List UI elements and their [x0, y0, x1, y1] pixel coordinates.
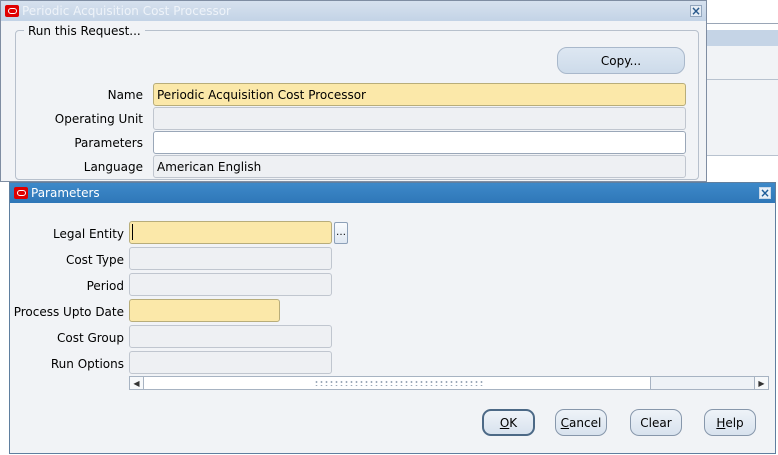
ok-button-label: K: [509, 415, 518, 430]
copy-button[interactable]: Copy...: [557, 47, 685, 74]
cancel-button-label: ancel: [569, 415, 602, 430]
period-label: Period: [86, 279, 124, 293]
copy-button-label: Copy...: [600, 53, 642, 68]
period-field[interactable]: [129, 273, 332, 296]
name-field[interactable]: Periodic Acquisition Cost Processor: [153, 83, 686, 106]
chevron-left-icon[interactable]: ◀: [130, 377, 144, 389]
cost-group-label: Cost Group: [56, 331, 124, 345]
close-icon[interactable]: ×: [690, 5, 702, 17]
operating-unit-field[interactable]: [153, 107, 686, 130]
language-field[interactable]: American English: [153, 155, 686, 178]
background-window-header: [706, 30, 778, 46]
oracle-logo-icon: [14, 187, 28, 199]
run-options-label: Run Options: [50, 357, 124, 371]
request-window-titlebar[interactable]: Periodic Acquisition Cost Processor ×: [1, 1, 706, 21]
process-upto-date-label: Process Upto Date: [13, 305, 124, 319]
legal-entity-label: Legal Entity: [52, 227, 124, 241]
parameters-field[interactable]: [153, 131, 686, 154]
clear-button-label: Clear: [640, 415, 672, 430]
text-cursor: [132, 224, 133, 240]
help-button-mnemonic: H: [716, 415, 726, 430]
horizontal-scrollbar[interactable]: ◀ ▶: [129, 376, 769, 390]
background-window-edge: [706, 0, 778, 24]
request-window-title: Periodic Acquisition Cost Processor: [22, 4, 231, 18]
oracle-logo-icon: [5, 5, 19, 17]
ok-button[interactable]: OK: [482, 409, 535, 436]
chevron-right-icon[interactable]: ▶: [754, 377, 768, 389]
legal-entity-lov-button[interactable]: …: [334, 222, 348, 244]
help-button-label: elp: [725, 415, 744, 430]
cancel-button[interactable]: Cancel: [555, 409, 607, 436]
background-window-panel-lower: [706, 80, 778, 156]
parameters-window-titlebar[interactable]: Parameters ×: [10, 183, 775, 203]
parameters-label: Parameters: [74, 136, 143, 150]
run-options-field[interactable]: [129, 351, 332, 374]
language-label: Language: [83, 160, 143, 174]
cost-group-field[interactable]: [129, 325, 332, 348]
background-window-panel: [706, 46, 778, 80]
operating-unit-label: Operating Unit: [54, 112, 143, 126]
clear-button[interactable]: Clear: [630, 409, 682, 436]
run-request-group-title: Run this Request...: [24, 24, 145, 38]
scrollbar-grip: [314, 380, 484, 386]
cost-type-field[interactable]: [129, 247, 332, 270]
help-button[interactable]: Help: [704, 409, 756, 436]
name-label: Name: [107, 88, 143, 102]
parameters-window-title: Parameters: [31, 186, 100, 200]
ok-button-mnemonic: O: [499, 415, 510, 430]
ellipsis-icon: …: [336, 227, 346, 238]
cancel-button-mnemonic: C: [560, 415, 570, 430]
close-icon[interactable]: ×: [759, 187, 771, 199]
cost-type-label: Cost Type: [65, 253, 124, 267]
process-upto-date-field[interactable]: [129, 299, 280, 322]
scrollbar-thumb[interactable]: [144, 377, 651, 389]
legal-entity-field[interactable]: [129, 221, 332, 244]
